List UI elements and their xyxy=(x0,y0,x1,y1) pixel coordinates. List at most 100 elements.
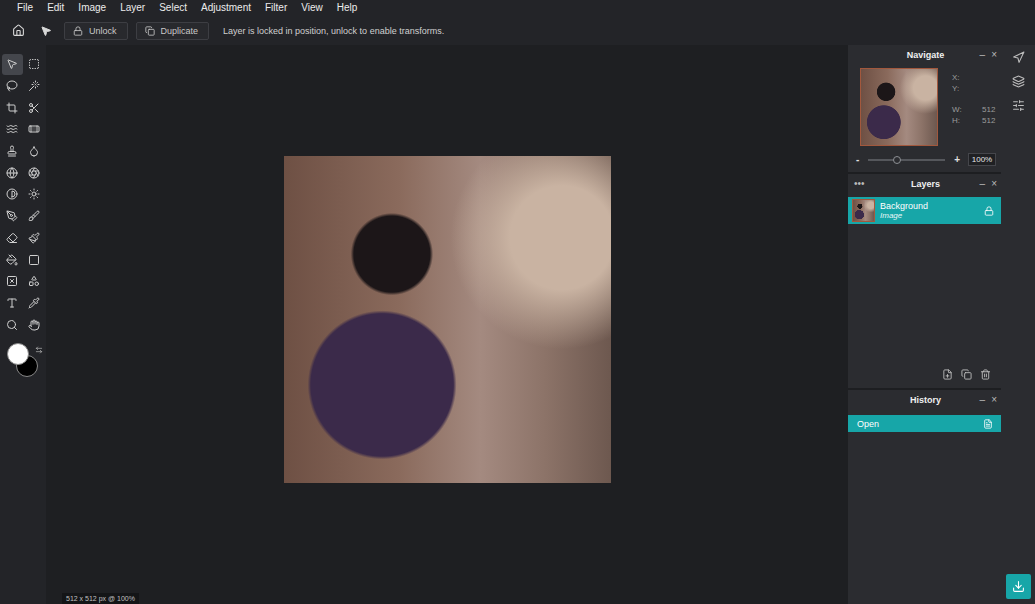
layer-thumbnail xyxy=(852,199,875,222)
menu-item[interactable]: Select xyxy=(159,2,187,14)
hand-tool[interactable] xyxy=(24,314,45,335)
height-value: 512 xyxy=(982,116,1000,125)
menu-item[interactable]: Help xyxy=(337,2,358,14)
move-icon xyxy=(6,58,18,70)
lock-icon xyxy=(73,26,83,36)
spot-icon xyxy=(28,167,40,179)
new-layer-icon[interactable] xyxy=(942,369,953,380)
minimize-button[interactable]: – xyxy=(980,178,986,189)
sponge-tool[interactable] xyxy=(24,184,45,205)
zoom-row: - +100% xyxy=(848,146,1001,172)
pen-tool[interactable] xyxy=(2,206,23,227)
y-label: Y: xyxy=(952,84,982,93)
move-tool[interactable] xyxy=(2,54,23,75)
zoom-slider[interactable] xyxy=(868,159,945,161)
layers-panel: •••Layers–× BackgroundImage xyxy=(848,174,1001,388)
menu-item[interactable]: Adjustment xyxy=(201,2,251,14)
blur-tool[interactable] xyxy=(24,141,45,162)
lock-button[interactable]: Unlock xyxy=(64,22,128,40)
menu-item[interactable]: Image xyxy=(78,2,106,14)
navigator-thumbnail[interactable] xyxy=(860,68,938,146)
layers-icon[interactable] xyxy=(1012,75,1025,88)
stamp-icon xyxy=(6,145,18,157)
copy-button[interactable]: Duplicate xyxy=(136,22,210,40)
tool-panel xyxy=(0,45,46,604)
layer-name: Background xyxy=(880,201,979,211)
zoom-slider-knob[interactable] xyxy=(893,156,901,164)
wand-icon xyxy=(28,80,40,92)
menu-item[interactable]: Layer xyxy=(120,2,145,14)
trash-icon[interactable] xyxy=(980,369,991,380)
menu-item[interactable]: Filter xyxy=(265,2,287,14)
eraser-tool[interactable] xyxy=(2,228,23,249)
zoom-field[interactable]: 100% xyxy=(968,153,996,166)
shape-tool[interactable] xyxy=(24,271,45,292)
fill-icon xyxy=(6,254,18,266)
menu-item[interactable]: File xyxy=(17,2,33,14)
blur-icon xyxy=(28,145,40,157)
slice-tool[interactable] xyxy=(24,97,45,118)
panel-menu[interactable]: ••• xyxy=(854,178,882,189)
panel-menu-button[interactable]: ••• xyxy=(854,178,865,189)
dodge-icon xyxy=(6,188,18,200)
adjustments-icon[interactable] xyxy=(1012,99,1025,112)
navigate-panel: Navigate–×X:Y:W:512H:512-+100% xyxy=(848,45,1001,172)
spot-tool[interactable] xyxy=(24,162,45,183)
zoom-out-button[interactable]: - xyxy=(856,154,859,165)
move-tool-icon[interactable] xyxy=(36,21,56,41)
crop-icon xyxy=(6,102,18,114)
zoom-in-button[interactable]: + xyxy=(954,154,960,165)
liquify-tool[interactable] xyxy=(2,119,23,140)
marquee-tool[interactable] xyxy=(24,54,45,75)
width-label: W: xyxy=(952,105,982,114)
frame-tool[interactable] xyxy=(2,271,23,292)
navigate-body: X:Y:W:512H:512 xyxy=(848,64,1001,146)
pencil-tool[interactable] xyxy=(24,228,45,249)
close-button[interactable]: × xyxy=(991,394,997,405)
gradient-tool[interactable] xyxy=(24,249,45,270)
document-image[interactable] xyxy=(284,156,611,483)
color-swatches xyxy=(5,343,41,377)
picker-tool[interactable] xyxy=(24,293,45,314)
download-button[interactable] xyxy=(1006,574,1031,599)
menu-item[interactable]: Edit xyxy=(47,2,64,14)
brush-icon xyxy=(28,210,40,222)
document-info: X:Y:W:512H:512 xyxy=(952,68,1000,146)
history-panel: History –× Open xyxy=(848,390,1001,604)
panel-title: History xyxy=(886,395,965,405)
mesh-tool[interactable] xyxy=(2,162,23,183)
dodge-tool[interactable] xyxy=(2,184,23,205)
wand-tool[interactable] xyxy=(24,76,45,97)
navigator-icon[interactable] xyxy=(1012,51,1025,64)
heal-tool[interactable] xyxy=(24,119,45,140)
panel-controls: –× xyxy=(969,178,997,189)
crop-tool[interactable] xyxy=(2,97,23,118)
layer-row[interactable]: BackgroundImage xyxy=(848,197,1001,224)
text-tool[interactable] xyxy=(2,293,23,314)
history-item[interactable]: Open xyxy=(848,415,1001,432)
layer-list: BackgroundImage xyxy=(848,193,1001,365)
height-label: H: xyxy=(952,116,982,125)
panel-header: •••Layers–× xyxy=(848,174,1001,193)
download-icon xyxy=(1012,580,1025,593)
duplicate-layer-icon[interactable] xyxy=(961,369,972,380)
close-button[interactable]: × xyxy=(991,49,997,60)
layer-actions xyxy=(848,365,1001,388)
fill-tool[interactable] xyxy=(2,249,23,270)
home-icon[interactable] xyxy=(8,21,28,41)
mesh-icon xyxy=(6,167,18,179)
foreground-color[interactable] xyxy=(7,343,29,365)
stamp-tool[interactable] xyxy=(2,141,23,162)
menu-item[interactable]: View xyxy=(301,2,323,14)
lasso-tool[interactable] xyxy=(2,76,23,97)
lock-icon[interactable] xyxy=(984,206,994,216)
minimize-button[interactable]: – xyxy=(980,49,986,60)
swap-icon[interactable] xyxy=(35,340,43,358)
panel-header: Navigate–× xyxy=(848,45,1001,64)
zoom-icon xyxy=(6,319,18,331)
brush-tool[interactable] xyxy=(24,206,45,227)
close-button[interactable]: × xyxy=(991,178,997,189)
canvas-stage xyxy=(46,45,848,593)
minimize-button[interactable]: – xyxy=(980,394,986,405)
zoom-tool[interactable] xyxy=(2,314,23,335)
